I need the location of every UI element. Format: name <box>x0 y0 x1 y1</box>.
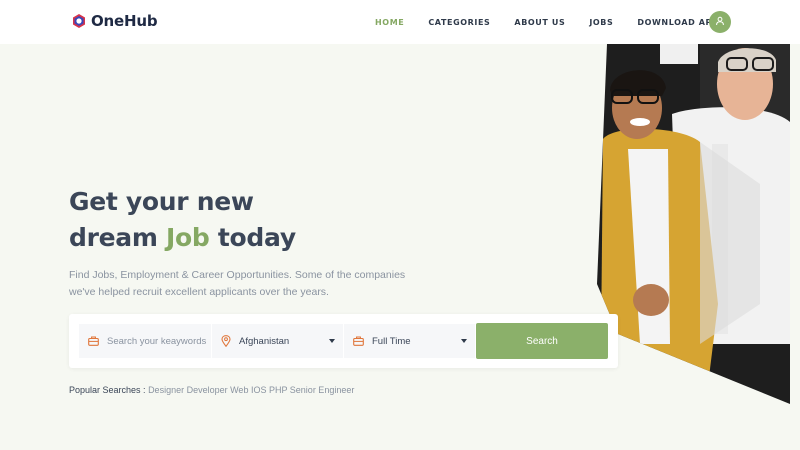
briefcase-icon <box>353 336 364 346</box>
hero-subtext: Find Jobs, Employment & Career Opportuni… <box>69 269 406 298</box>
nav-categories[interactable]: CATEGORIES <box>428 18 490 27</box>
headline-line-2-pre: dream <box>69 223 167 252</box>
headline-line-2-post: today <box>209 223 296 252</box>
headline-accent: Job <box>166 223 210 252</box>
job-type-select[interactable]: Full Time <box>344 324 475 358</box>
main-nav: HOME CATEGORIES ABOUT US JOBS DOWNLOAD A… <box>375 0 749 44</box>
map-pin-icon <box>221 335 231 347</box>
nav-home[interactable]: HOME <box>375 18 404 27</box>
brand-logo[interactable]: OneHub <box>71 12 158 30</box>
keyword-placeholder: Search your keaywords <box>107 335 207 347</box>
chevron-down-icon <box>461 339 467 343</box>
location-select[interactable]: Afghanistan <box>212 324 343 358</box>
headline-line-1: Get your new <box>69 187 254 216</box>
chevron-down-icon <box>329 339 335 343</box>
popular-search-tags[interactable]: Designer Developer Web IOS PHP Senior En… <box>148 385 354 395</box>
user-icon <box>715 13 725 31</box>
keyword-search-field[interactable]: Search your keaywords <box>79 324 211 358</box>
job-type-value: Full Time <box>372 335 411 347</box>
hero-headline: Get your new dream Job today <box>69 184 296 256</box>
site-header: OneHub HOME CATEGORIES ABOUT US JOBS DOW… <box>0 0 800 44</box>
popular-searches: Popular Searches : Designer Developer We… <box>69 385 354 395</box>
hero-section: Get your new dream Job today Find Jobs, … <box>0 44 800 450</box>
briefcase-icon <box>88 336 99 346</box>
popular-searches-label: Popular Searches : <box>69 385 146 395</box>
user-account-button[interactable] <box>709 11 731 33</box>
nav-jobs[interactable]: JOBS <box>589 18 613 27</box>
brand-name: OneHub <box>91 12 158 30</box>
logo-icon <box>71 13 87 29</box>
location-value: Afghanistan <box>239 335 290 347</box>
nav-about-us[interactable]: ABOUT US <box>514 18 565 27</box>
job-search-form: Search your keaywords Afghanistan Full T <box>69 314 618 368</box>
search-button[interactable]: Search <box>476 323 608 359</box>
